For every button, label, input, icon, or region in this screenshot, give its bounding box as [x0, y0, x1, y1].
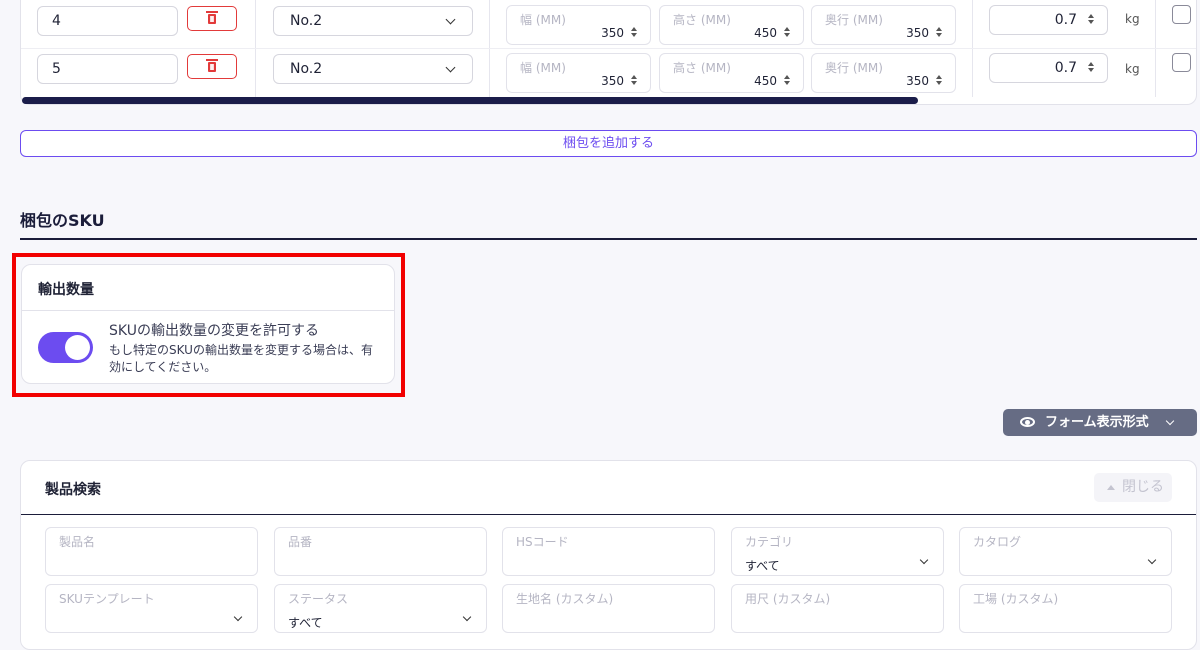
field-label: 工場 (カスタム) [973, 592, 1059, 606]
add-package-button[interactable]: 梱包を追加する [20, 130, 1197, 157]
weight-value: 0.7 [1054, 60, 1077, 76]
highlight-box [12, 253, 405, 397]
package-qty-input[interactable]: 5 [37, 54, 178, 84]
width-label: 幅 (MM) [520, 61, 566, 75]
yardage-field[interactable]: 用尺 (カスタム) [731, 584, 944, 633]
caret-up-icon [1107, 485, 1115, 490]
chevron-down-icon [1165, 416, 1175, 426]
field-value: すべて [288, 616, 323, 630]
width-label: 幅 (MM) [520, 13, 566, 27]
height-field[interactable]: 高さ (MM) 450 [659, 53, 804, 93]
spinner-icon[interactable] [936, 27, 943, 37]
depth-value: 350 [906, 74, 929, 88]
depth-field[interactable]: 奥行 (MM) 350 [811, 5, 956, 45]
depth-value: 350 [906, 26, 929, 40]
row-checkbox[interactable] [1172, 5, 1191, 24]
part-number-field[interactable]: 品番 [274, 527, 487, 576]
form-display-label: フォーム表示形式 [1045, 415, 1149, 430]
category-select[interactable]: カテゴリ すべて [731, 527, 944, 576]
spinner-icon[interactable] [784, 75, 791, 85]
spinner-icon[interactable] [1088, 14, 1095, 24]
section-title: 梱包のSKU [20, 211, 105, 230]
row-checkbox[interactable] [1172, 53, 1191, 72]
field-value: すべて [745, 559, 780, 573]
field-label: カタログ [973, 535, 1022, 549]
depth-field[interactable]: 奥行 (MM) 350 [811, 53, 956, 93]
width-value: 350 [601, 26, 624, 40]
product-name-field[interactable]: 製品名 [45, 527, 258, 576]
weight-unit: kg [1125, 62, 1140, 76]
chevron-down-icon [445, 14, 456, 25]
field-label: SKUテンプレート [59, 592, 155, 606]
box-type-value: No.2 [290, 61, 323, 77]
chevron-down-icon [1147, 555, 1157, 565]
depth-label: 奥行 (MM) [825, 61, 883, 75]
box-type-select[interactable]: No.2 [273, 6, 473, 36]
spinner-icon[interactable] [631, 27, 638, 37]
fabric-name-field[interactable]: 生地名 (カスタム) [502, 584, 715, 633]
row-divider [21, 48, 1196, 49]
field-label: 製品名 [59, 535, 96, 549]
depth-label: 奥行 (MM) [825, 13, 883, 27]
height-value: 450 [754, 26, 777, 40]
spinner-icon[interactable] [784, 27, 791, 37]
package-qty-input[interactable]: 4 [37, 6, 178, 36]
field-label: 用尺 (カスタム) [745, 592, 831, 606]
field-label: ステータス [288, 592, 349, 606]
weight-unit: kg [1125, 12, 1140, 26]
spinner-icon[interactable] [631, 75, 638, 85]
field-label: 生地名 (カスタム) [516, 592, 614, 606]
trash-icon [206, 58, 218, 72]
height-value: 450 [754, 74, 777, 88]
box-type-value: No.2 [290, 13, 323, 29]
delete-package-button[interactable] [187, 54, 237, 79]
section-divider [20, 238, 1197, 240]
search-divider [21, 514, 1196, 515]
catalog-select[interactable]: カタログ [959, 527, 1172, 576]
width-value: 350 [601, 74, 624, 88]
trash-icon [206, 10, 218, 24]
height-label: 高さ (MM) [673, 13, 731, 27]
chevron-down-icon [462, 612, 472, 622]
close-label: 閉じる [1122, 479, 1164, 495]
eye-icon [1020, 417, 1035, 427]
spinner-icon[interactable] [1088, 62, 1095, 72]
delete-package-button[interactable] [187, 6, 237, 31]
height-label: 高さ (MM) [673, 61, 731, 75]
factory-field[interactable]: 工場 (カスタム) [959, 584, 1172, 633]
field-label: HSコード [516, 535, 569, 549]
width-field[interactable]: 幅 (MM) 350 [506, 53, 651, 93]
field-label: 品番 [288, 535, 313, 549]
weight-value: 0.7 [1054, 12, 1077, 28]
height-field[interactable]: 高さ (MM) 450 [659, 5, 804, 45]
box-type-select[interactable]: No.2 [273, 54, 473, 84]
product-search-title: 製品検索 [45, 482, 101, 498]
status-select[interactable]: ステータス すべて [274, 584, 487, 633]
hs-code-field[interactable]: HSコード [502, 527, 715, 576]
chevron-down-icon [445, 62, 456, 73]
weight-input[interactable]: 0.7 [989, 53, 1108, 83]
form-display-button[interactable]: フォーム表示形式 [1003, 409, 1197, 436]
spinner-icon[interactable] [936, 75, 943, 85]
chevron-down-icon [919, 555, 929, 565]
width-field[interactable]: 幅 (MM) 350 [506, 5, 651, 45]
close-search-button[interactable]: 閉じる [1094, 473, 1172, 502]
chevron-down-icon [233, 612, 243, 622]
weight-input[interactable]: 0.7 [989, 5, 1108, 35]
horizontal-scrollbar[interactable] [22, 97, 918, 104]
sku-template-select[interactable]: SKUテンプレート [45, 584, 258, 633]
field-label: カテゴリ [745, 535, 794, 549]
